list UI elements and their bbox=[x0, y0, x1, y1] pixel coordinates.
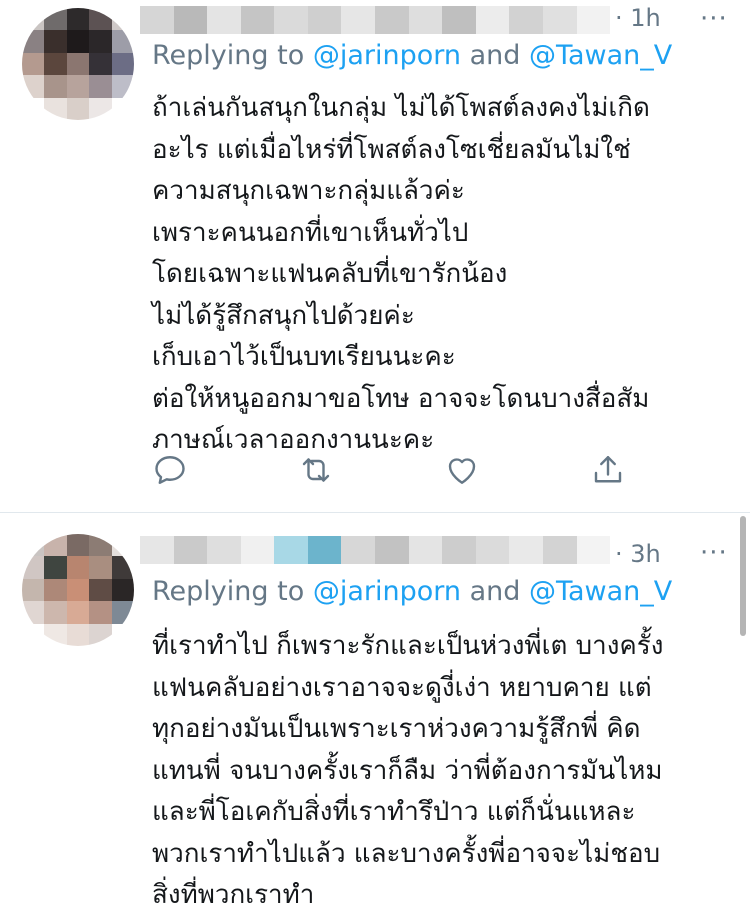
replying-and-label: and bbox=[460, 576, 529, 607]
avatar-pixelated[interactable] bbox=[22, 534, 134, 646]
tweet-text-line: โดยเฉพาะแฟนคลับที่เขารักน้อง bbox=[152, 259, 508, 289]
more-options-icon[interactable]: ··· bbox=[700, 4, 728, 34]
tweet-divider bbox=[0, 512, 750, 513]
tweet-text: ที่เราทำไป ก็เพราะรักและเป็นห่วงพี่เต บา… bbox=[152, 626, 732, 917]
tweet-text-line: สิ่งที่พวกเราทำ bbox=[152, 880, 315, 910]
tweet-timestamp[interactable]: · 3h bbox=[615, 540, 661, 568]
blurred-username[interactable] bbox=[140, 6, 611, 34]
tweet-2[interactable]: · 3h ··· Replying to @jarinporn and @Taw… bbox=[0, 516, 750, 920]
like-icon[interactable] bbox=[444, 452, 484, 492]
tweet-text-line: เพราะคนนอกที่เขาเห็นทั่วไป bbox=[152, 217, 469, 248]
tweet-text-line: ทุกอย่างมันเป็นเพราะเราห่วงความรู้สึกพี่… bbox=[152, 714, 641, 744]
tweet-1[interactable]: · 1h ··· Replying to @jarinporn and @Taw… bbox=[0, 0, 750, 512]
tweet-text-line: เก็บเอาไว้เป็นบทเรียนนะคะ bbox=[152, 342, 456, 372]
tweet-timestamp[interactable]: · 1h bbox=[615, 4, 661, 32]
tweet-text-line: ไม่ได้รู้สึกสนุกไปด้วยค่ะ bbox=[152, 300, 415, 331]
mention-link[interactable]: @Tawan_V bbox=[529, 576, 672, 607]
replying-to: Replying to @jarinporn and @Tawan_V bbox=[152, 40, 672, 71]
blurred-username[interactable] bbox=[140, 536, 611, 564]
replying-and-label: and bbox=[460, 40, 529, 71]
tweet-text-line: และพี่โอเคกับสิ่งที่เราทำรึป่าว แต่ก็นั่… bbox=[152, 797, 636, 827]
scrollbar[interactable] bbox=[740, 516, 746, 636]
tweet-text-line: แทนพี่ จนบางครั้งเราก็ลืม ว่าพี่ต้องการม… bbox=[152, 755, 663, 786]
tweet-text-line: ต่อให้หนูออกมาขอโทษ อาจจะโดนบางสื่อสัม bbox=[152, 383, 650, 414]
tweet-text-line: พวกเราทำไปแล้ว และบางครั้งพี่อาจจะไม่ชอบ bbox=[152, 838, 661, 869]
retweet-icon[interactable] bbox=[298, 452, 338, 492]
tweet-text-line: ความสนุกเฉพาะกลุ่มแล้วค่ะ bbox=[152, 176, 465, 206]
tweet-text-line: ถ้าเล่นกันสนุกในกลุ่ม ไม่ได้โพสต์ลงคงไม่… bbox=[152, 93, 650, 123]
mention-link[interactable]: @jarinporn bbox=[313, 576, 461, 607]
tweet-text-line: แฟนคลับอย่างเราอาจจะดูงี่เง่า หยาบคาย แต… bbox=[152, 672, 652, 703]
tweet-text-line: ที่เราทำไป ก็เพราะรักและเป็นห่วงพี่เต บา… bbox=[152, 631, 664, 661]
share-icon[interactable] bbox=[590, 452, 630, 492]
tweet-text: ถ้าเล่นกันสนุกในกลุ่ม ไม่ได้โพสต์ลงคงไม่… bbox=[152, 88, 732, 462]
more-options-icon[interactable]: ··· bbox=[700, 538, 728, 568]
replying-to-label: Replying to bbox=[152, 40, 313, 71]
tweet-text-line: อะไร แต่เมื่อไหร่ที่โพสต์ลงโซเชี่ยลมันไม… bbox=[152, 134, 631, 165]
reply-icon[interactable] bbox=[152, 452, 192, 492]
tweet-actions bbox=[0, 452, 750, 512]
replying-to: Replying to @jarinporn and @Tawan_V bbox=[152, 576, 672, 607]
mention-link[interactable]: @jarinporn bbox=[313, 40, 461, 71]
avatar-pixelated[interactable] bbox=[22, 8, 134, 120]
mention-link[interactable]: @Tawan_V bbox=[529, 40, 672, 71]
replying-to-label: Replying to bbox=[152, 576, 313, 607]
